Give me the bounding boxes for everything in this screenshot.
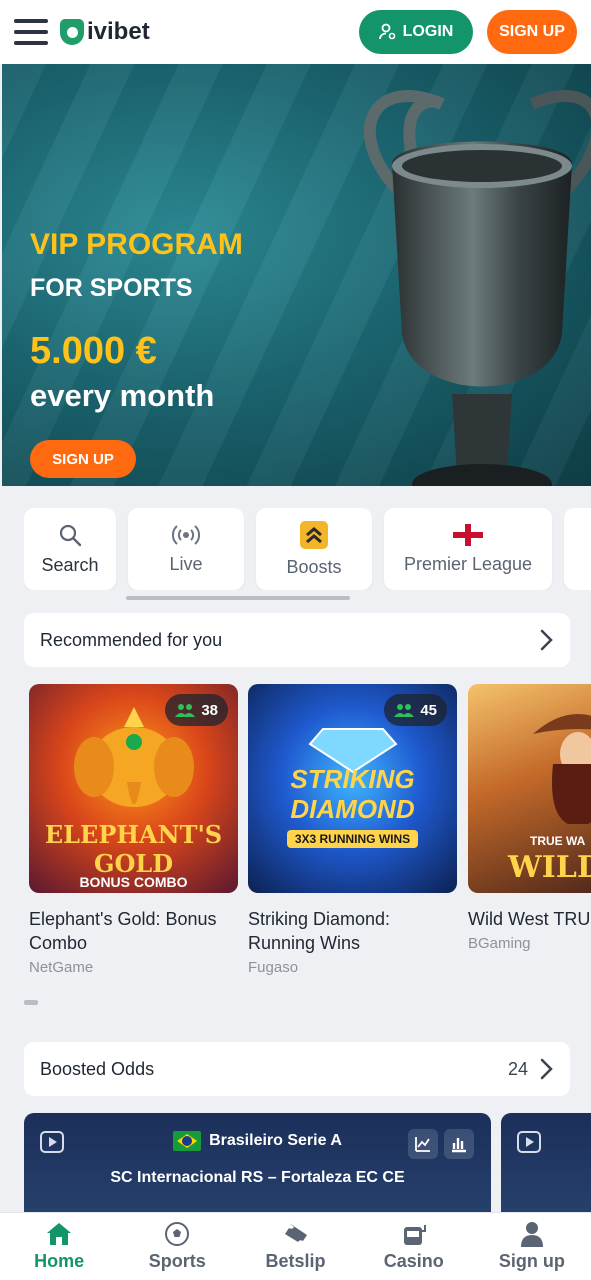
quick-nav-boosts[interactable]: Boosts [256,508,372,590]
boosted-odds-title: Boosted Odds [40,1058,155,1079]
game-thumbnail[interactable]: TRUE WA WILD W [468,684,591,893]
quick-nav-live[interactable]: Live [128,508,244,590]
nav-label: Sports [148,1251,206,1271]
nav-betslip[interactable]: Betslip [236,1213,354,1280]
nav-signup[interactable]: Sign up [473,1213,591,1280]
menu-icon[interactable] [14,19,48,45]
game-card[interactable]: 45 STRIKING DIAMOND 3X3 RUNNING WINS Str… [248,684,457,976]
chevron-right-icon [540,1058,553,1080]
boosted-odds-count: 24 [507,1058,528,1079]
shield-logo-icon [60,19,84,45]
hero-signup-button[interactable]: SIGN UP [30,440,136,478]
game-provider: Fugaso [248,959,299,976]
nav-sports[interactable]: Sports [118,1213,236,1280]
game-name[interactable]: Elephant's Gold: Bonus Combo [29,907,238,955]
cowgirl-artwork [533,714,591,824]
hero-subtitle: FOR SPORTS [30,274,193,302]
live-broadcast-icon [172,524,200,545]
boosted-match-card[interactable]: Brasileiro Serie A SC Internacional RS –… [24,1113,491,1223]
quick-nav: Search Live Boosts Premier League [24,508,591,590]
chevron-right-icon [540,629,553,651]
england-flag-icon [453,523,483,546]
soccer-ball-icon [165,1222,190,1246]
league-name: Brasileiro Serie A [209,1132,342,1149]
players-count: 38 [201,701,218,719]
brand-name: ivibet [87,18,150,45]
brand-logo[interactable]: ivibet [60,18,150,46]
hero-amount: 5.000 € [30,330,157,372]
game-thumbnail[interactable]: 45 STRIKING DIAMOND 3X3 RUNNING WINS [248,684,457,893]
boosted-match-card-next[interactable] [501,1113,591,1223]
home-icon [47,1223,72,1245]
user-key-icon [378,23,395,40]
hero-banner[interactable]: VIP PROGRAM FOR SPORTS 5.000 € every mon… [2,64,591,486]
quick-nav-more[interactable] [564,508,591,590]
login-label: LOGIN [402,23,454,40]
game-card[interactable]: 38 ELEPHANT'S GOLD BONUS COMBO Elephant'… [29,684,238,976]
hero-title: VIP PROGRAM [30,228,243,261]
top-header: ivibet LOGIN SIGN UP [0,0,591,64]
game-art-subtitle: TRUE WA [530,834,586,848]
quick-nav-label: Search [41,554,99,575]
game-art-subtitle: BONUS COMBO [79,874,188,890]
players-icon [394,704,415,717]
brazil-flag-icon [173,1131,202,1151]
game-art-subtitle: 3X3 RUNNING WINS [248,830,457,848]
quick-nav-label: Premier League [403,553,533,574]
nav-label: Betslip [265,1251,326,1271]
nav-label: Casino [383,1251,444,1271]
games-scroll-indicator [24,1000,38,1005]
nav-label: Sign up [498,1251,565,1271]
boost-chevrons-icon [300,520,328,549]
search-icon [59,524,82,546]
game-name[interactable]: Striking Diamond: Running Wins [248,907,457,955]
game-provider: NetGame [29,959,94,976]
stats-chart-icon[interactable] [408,1129,438,1159]
nav-home[interactable]: Home [0,1213,118,1280]
game-art-title: ELEPHANT'S GOLD [44,820,223,878]
players-icon [175,704,196,717]
nav-casino[interactable]: Casino [355,1213,473,1280]
recommended-header[interactable]: Recommended for you [24,613,570,667]
game-name[interactable]: Wild West TRU [468,907,591,931]
nav-label: Home [34,1251,85,1271]
quick-nav-premier-league[interactable]: Premier League [384,508,552,590]
login-button[interactable]: LOGIN [359,10,473,54]
recommended-title: Recommended for you [40,629,223,650]
quick-nav-label: Boosts [286,556,342,577]
match-teams: SC Internacional RS – Fortaleza EC CE [110,1169,405,1186]
bottom-nav: Home Sports Betslip Casino Sign up [0,1212,591,1280]
players-badge: 38 [165,694,228,726]
user-icon [520,1222,543,1247]
boosted-odds-header[interactable]: Boosted Odds 24 [24,1042,570,1096]
signup-button[interactable]: SIGN UP [487,10,577,54]
game-art-title: WILD W [508,850,591,885]
hero-period: every month [30,378,215,413]
game-art-title: STRIKING DIAMOND [290,764,415,824]
game-card[interactable]: TRUE WA WILD W Wild West TRU BGaming [468,684,591,952]
bar-chart-icon[interactable] [444,1129,474,1159]
players-badge: 45 [384,694,447,726]
game-provider: BGaming [468,935,531,952]
slot-machine-icon [403,1225,426,1245]
quick-nav-label: Live [169,553,203,574]
quick-nav-search[interactable]: Search [24,508,116,590]
game-thumbnail[interactable]: 38 ELEPHANT'S GOLD BONUS COMBO [29,684,238,893]
trophy-image [363,90,591,486]
quick-nav-scrollbar[interactable] [126,596,350,600]
ticket-icon [284,1223,307,1242]
play-video-icon[interactable] [517,1131,541,1153]
players-count: 45 [420,701,437,719]
recommended-games: 38 ELEPHANT'S GOLD BONUS COMBO Elephant'… [29,684,591,984]
